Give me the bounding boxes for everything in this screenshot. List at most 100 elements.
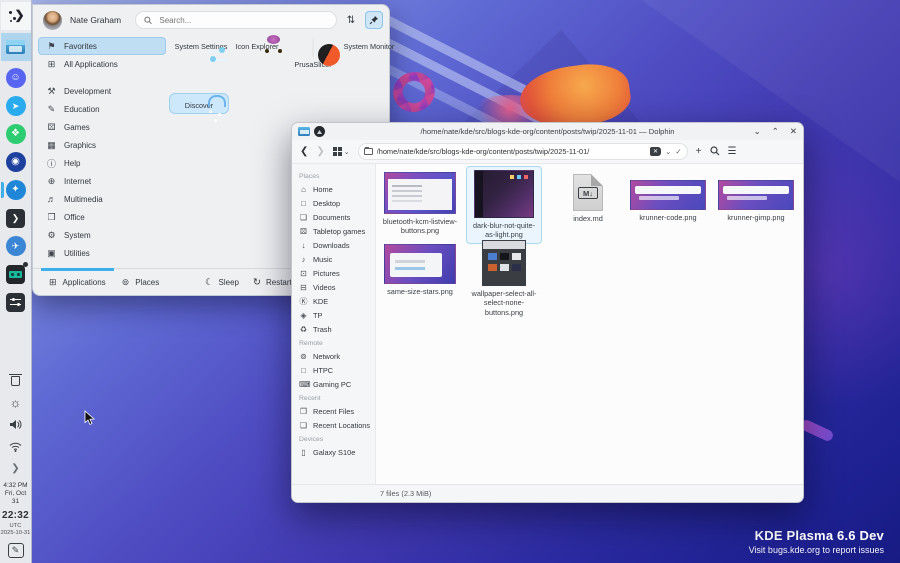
- place-gaming-pc[interactable]: ⌨Gaming PC: [299, 377, 375, 391]
- sidebar-item-label: Favorites: [64, 42, 97, 51]
- recent-locations-icon: ❏: [299, 421, 308, 430]
- brightness-tray[interactable]: ☼: [2, 393, 30, 413]
- app-icon-explorer[interactable]: Icon Explorer: [229, 39, 285, 51]
- task-cassette-app[interactable]: [1, 260, 31, 288]
- accept-location-button[interactable]: ✓: [675, 147, 681, 156]
- task-dolphin[interactable]: [1, 33, 31, 61]
- place-recent-files[interactable]: ❐Recent Files: [299, 404, 375, 418]
- task-blue-browser-app[interactable]: ✦: [1, 176, 31, 204]
- device-galaxy-s10e[interactable]: ▯Galaxy S10e: [299, 445, 375, 459]
- task-itinerary[interactable]: ✈: [1, 232, 31, 260]
- place-videos[interactable]: ⊟Videos: [299, 280, 375, 294]
- tab-places[interactable]: ⊚ Places: [114, 269, 168, 295]
- app-discover[interactable]: Discover: [169, 93, 229, 114]
- sidebar-item-graphics[interactable]: ▦ Graphics: [38, 136, 166, 154]
- sidebar-item-system[interactable]: ⚙ System: [38, 226, 166, 244]
- edit-icon: ✎: [12, 545, 20, 556]
- app-launcher-button[interactable]: ❯: [1, 2, 31, 30]
- active-task-indicator: [1, 182, 4, 198]
- home-icon: ⌂: [299, 185, 308, 194]
- location-history-button[interactable]: ⌄: [665, 147, 671, 156]
- task-settings-app[interactable]: [1, 288, 31, 316]
- kickoff-search[interactable]: [135, 11, 337, 29]
- app-prusaslicer[interactable]: PrusaSlicer: [285, 39, 341, 69]
- trash-tray[interactable]: [2, 371, 30, 391]
- shield-icon: ◈: [299, 311, 308, 320]
- file-thumbnail: [384, 244, 456, 284]
- sidebar-item-all-applications[interactable]: ⊞ All Applications: [38, 55, 166, 73]
- place-tp[interactable]: ◈TP: [299, 308, 375, 322]
- close-button[interactable]: ✕: [790, 126, 797, 137]
- kde-icon: Ⓚ: [299, 296, 308, 307]
- maximize-button[interactable]: ⌃: [772, 126, 779, 137]
- sort-icon: ⇅: [347, 15, 355, 26]
- place-home[interactable]: ⌂Home: [299, 182, 375, 196]
- monitor-icon: □: [299, 366, 308, 375]
- search-input[interactable]: [157, 15, 328, 26]
- sidebar-item-utilities[interactable]: ▣ Utilities: [38, 244, 166, 262]
- place-music[interactable]: ♪Music: [299, 252, 375, 266]
- file-same-size-stars[interactable]: same-size-stars.png: [380, 244, 460, 296]
- file-wallpaper-select[interactable]: wallpaper-select-all-select-none-buttons…: [468, 240, 540, 317]
- app-system-settings[interactable]: System Settings: [173, 39, 229, 51]
- blue-browser-app-icon: ✦: [6, 180, 26, 200]
- file-thumbnail: M↓: [573, 174, 603, 211]
- sleep-button[interactable]: ☾ Sleep: [205, 277, 239, 288]
- search-button[interactable]: [710, 143, 720, 161]
- sidebar-item-multimedia[interactable]: ♬ Multimedia: [38, 190, 166, 208]
- clear-location-button[interactable]: ✕: [650, 147, 661, 156]
- file-krunner-gimp[interactable]: krunner-gimp.png: [714, 180, 798, 222]
- place-recent-locations[interactable]: ❏Recent Locations: [299, 418, 375, 432]
- sidebar-item-development[interactable]: ⚒ Development: [38, 82, 166, 100]
- file-krunner-code[interactable]: krunner-code.png: [626, 180, 710, 222]
- clock-local[interactable]: 4:32 PM Fri, Oct 31: [3, 482, 27, 506]
- place-network[interactable]: ⊚Network: [299, 349, 375, 363]
- task-discord[interactable]: ☺: [1, 64, 31, 92]
- sidebar-item-favorites[interactable]: ⚑ Favorites: [38, 37, 166, 55]
- task-navy-app[interactable]: ◉: [1, 148, 31, 176]
- app-system-monitor[interactable]: System Monitor: [341, 39, 397, 51]
- place-kde[interactable]: ⓀKDE: [299, 294, 375, 308]
- place-desktop[interactable]: □Desktop: [299, 196, 375, 210]
- sidebar-item-internet[interactable]: ⊕ Internet: [38, 172, 166, 190]
- location-bar[interactable]: /home/nate/kde/src/blogs-kde-org/content…: [358, 143, 688, 160]
- navy-app-icon: ◉: [6, 152, 26, 172]
- file-bluetooth-kcm[interactable]: bluetooth-kcm-listview-buttons.png: [380, 172, 460, 236]
- place-downloads[interactable]: ↓Downloads: [299, 238, 375, 252]
- back-button[interactable]: ❮: [300, 146, 308, 157]
- file-index-md[interactable]: M↓ index.md: [556, 174, 620, 223]
- minimize-button[interactable]: ⌄: [754, 126, 761, 137]
- tray-expander[interactable]: ❯: [2, 459, 30, 479]
- task-konsole[interactable]: ❯: [1, 204, 31, 232]
- task-telegram[interactable]: ➤: [1, 92, 31, 120]
- pin-button[interactable]: [365, 11, 383, 29]
- place-pictures[interactable]: ⊡Pictures: [299, 266, 375, 280]
- panel-edit-button[interactable]: ✎: [8, 543, 24, 558]
- clock-utc[interactable]: 22:32 UTC 2025-10-31: [1, 510, 31, 537]
- network-tray[interactable]: [2, 437, 30, 457]
- place-trash[interactable]: ♻Trash: [299, 322, 375, 336]
- volume-tray[interactable]: [2, 415, 30, 435]
- split-view-button[interactable]: +: [696, 146, 702, 157]
- view-mode-button[interactable]: ⌄: [333, 147, 350, 156]
- restart-button[interactable]: ↻ Restart: [253, 277, 292, 288]
- task-green-chat-app[interactable]: ❖: [1, 120, 31, 148]
- file-view[interactable]: bluetooth-kcm-listview-buttons.png dark-…: [376, 164, 803, 484]
- user-avatar[interactable]: [43, 11, 62, 30]
- forward-button[interactable]: ❯: [316, 146, 324, 157]
- sidebar-item-label: Graphics: [64, 141, 96, 150]
- place-tabletop-games[interactable]: ⚄Tabletop games: [299, 224, 375, 238]
- sidebar-item-education[interactable]: ✎ Education: [38, 100, 166, 118]
- sidebar-item-office[interactable]: ❐ Office: [38, 208, 166, 226]
- place-documents[interactable]: ❏Documents: [299, 210, 375, 224]
- tab-applications[interactable]: ⊞ Applications: [41, 269, 114, 295]
- sidebar-item-games[interactable]: ⚄ Games: [38, 118, 166, 136]
- titlebar[interactable]: /home/nate/kde/src/blogs-kde-org/content…: [292, 123, 803, 140]
- place-htpc[interactable]: □HTPC: [299, 363, 375, 377]
- sidebar-item-help[interactable]: ⓘ Help: [38, 154, 166, 172]
- file-dark-blur-selected[interactable]: dark-blur-not-quite-as-light.png: [466, 166, 542, 244]
- dolphin-body: Places ⌂Home □Desktop ❏Documents ⚄Tablet…: [292, 164, 803, 484]
- sort-button[interactable]: ⇅: [342, 11, 360, 29]
- expander-icon: ❯: [11, 463, 19, 474]
- hamburger-menu-button[interactable]: ☰: [728, 146, 737, 157]
